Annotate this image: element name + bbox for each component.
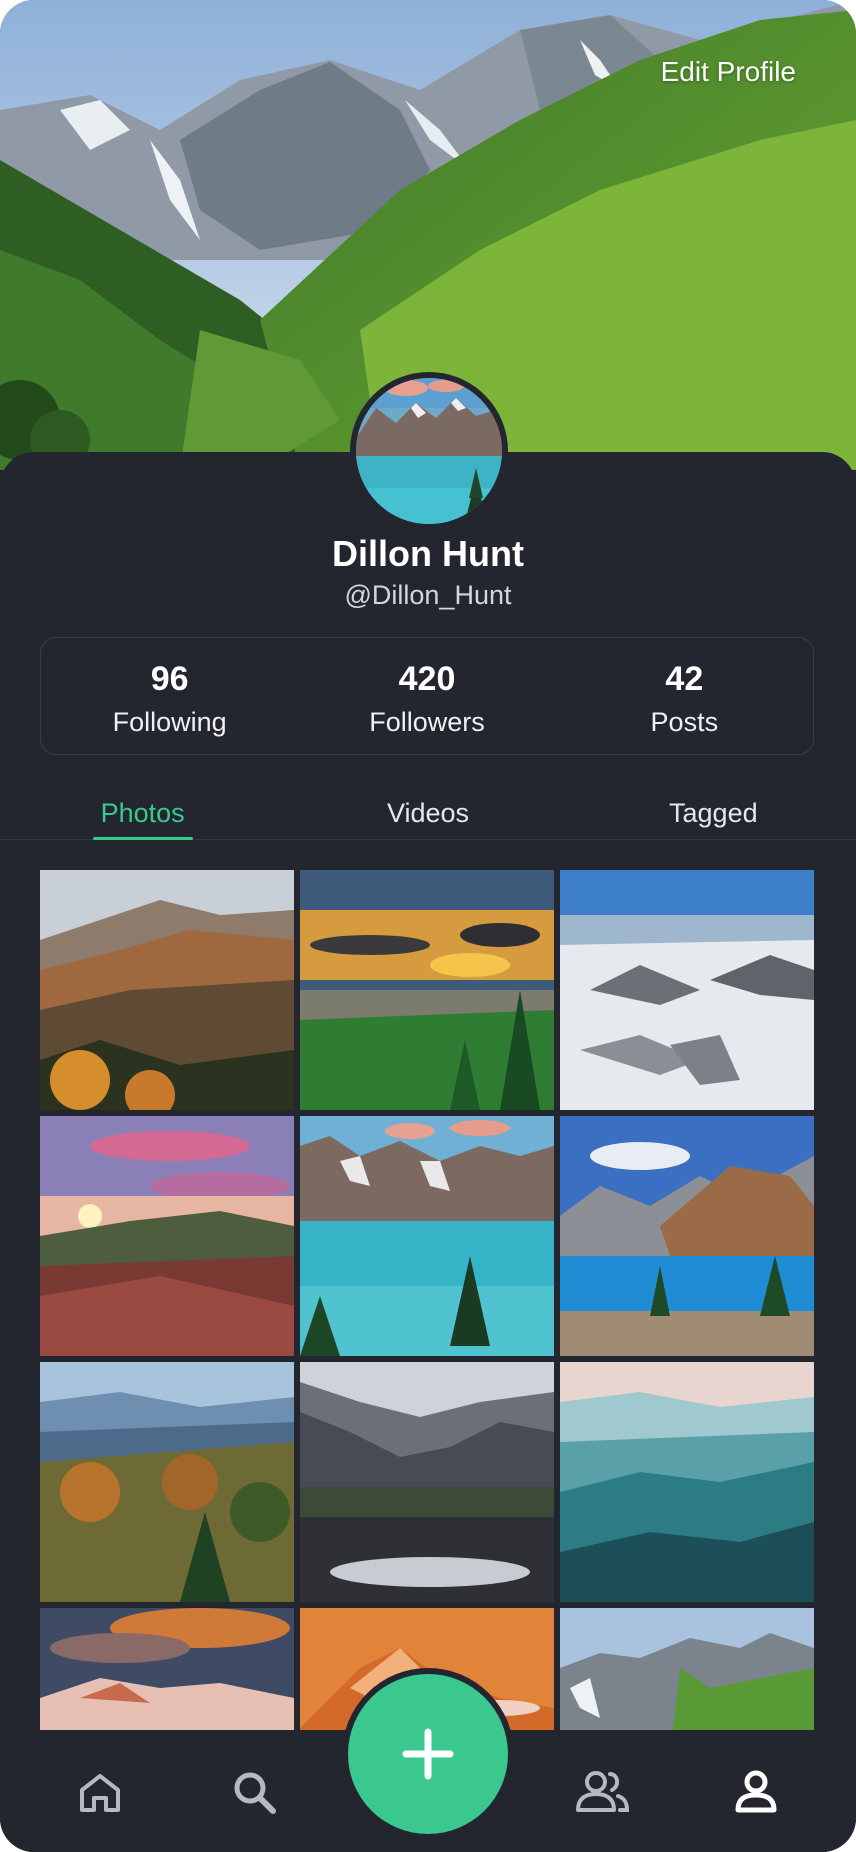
photo-thumbnail[interactable] (560, 1608, 814, 1730)
photo-thumbnail[interactable] (300, 1362, 554, 1602)
photo-thumbnail[interactable] (560, 870, 814, 1110)
tab-videos[interactable]: Videos (285, 784, 570, 839)
add-post-button[interactable] (348, 1674, 508, 1834)
fab-ring (342, 1668, 514, 1840)
friends-icon[interactable] (562, 1752, 642, 1832)
home-icon[interactable] (60, 1752, 140, 1832)
photo-thumbnail[interactable] (300, 1116, 554, 1356)
tab-tagged[interactable]: Tagged (571, 784, 856, 839)
stat-value: 42 (665, 660, 704, 698)
profile-icon[interactable] (716, 1752, 796, 1832)
photo-thumbnail[interactable] (40, 1116, 294, 1356)
profile-handle: @Dillon_Hunt (344, 580, 512, 610)
profile-name: Dillon Hunt (332, 533, 524, 574)
stat-value: 96 (150, 660, 189, 698)
photo-thumbnail[interactable] (560, 1362, 814, 1602)
stat-value: 420 (398, 660, 456, 698)
stat-label: Followers (369, 707, 485, 737)
content-tabs: Photos Videos Tagged (0, 784, 856, 840)
avatar[interactable] (350, 372, 508, 530)
stat-following[interactable]: 96 Following (41, 638, 298, 754)
edit-profile-button[interactable]: Edit Profile (661, 56, 796, 88)
stats-card: 96 Following 420 Followers 42 Posts (40, 637, 814, 755)
photo-thumbnail[interactable] (40, 1608, 294, 1730)
stat-followers[interactable]: 420 Followers (298, 638, 555, 754)
photo-grid (40, 870, 814, 1730)
profile-screen: Edit Profile Dillon Hunt @Dillon_Hunt 96… (0, 0, 856, 1852)
photo-thumbnail[interactable] (560, 1116, 814, 1356)
stat-posts[interactable]: 42 Posts (556, 638, 813, 754)
search-icon[interactable] (214, 1752, 294, 1832)
photo-thumbnail[interactable] (300, 870, 554, 1110)
stat-label: Following (112, 707, 227, 737)
stat-label: Posts (650, 707, 719, 737)
photo-thumbnail[interactable] (40, 870, 294, 1110)
tab-photos[interactable]: Photos (0, 784, 285, 839)
plus-icon (402, 1728, 454, 1780)
photo-thumbnail[interactable] (40, 1362, 294, 1602)
